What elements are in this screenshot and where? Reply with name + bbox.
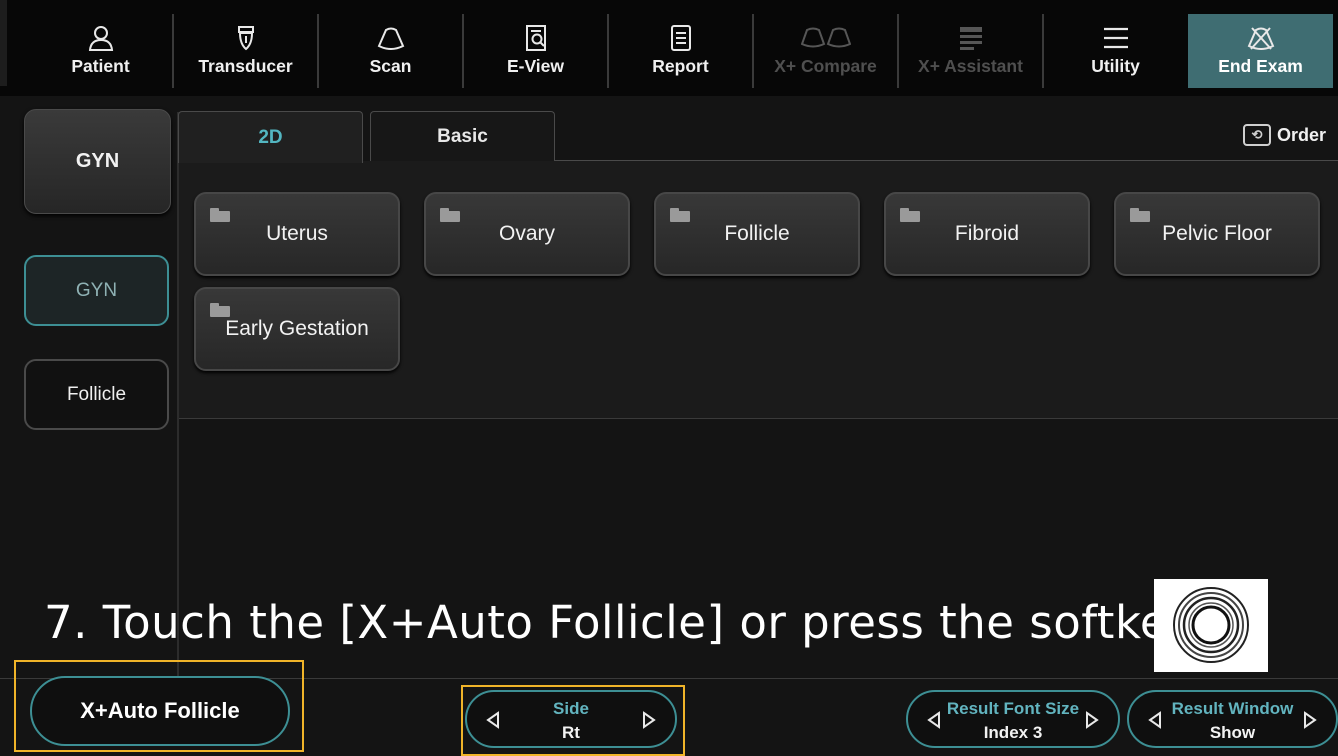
tab-baseline bbox=[555, 160, 1338, 161]
folder-follicle-button[interactable]: Follicle bbox=[654, 192, 860, 276]
softkey-knob-icon bbox=[1173, 587, 1249, 663]
toolbar-utility-label: Utility bbox=[1091, 56, 1140, 76]
toolbar-scan-button[interactable]: Scan bbox=[318, 14, 463, 88]
toolbar-transducer-button[interactable]: Transducer bbox=[173, 14, 318, 88]
toolbar-edge bbox=[0, 0, 7, 86]
toolbar-eview-label: E-View bbox=[506, 56, 565, 76]
document-search-icon bbox=[525, 25, 546, 51]
menu-icon bbox=[1103, 27, 1128, 49]
side-softkey[interactable]: Side Rt bbox=[465, 690, 677, 748]
folder-label: Pelvic Floor bbox=[1162, 222, 1272, 245]
compare-icon bbox=[800, 27, 851, 48]
folder-fibroid-button[interactable]: Fibroid bbox=[884, 192, 1090, 276]
folder-icon bbox=[210, 303, 230, 317]
folder-uterus-button[interactable]: Uterus bbox=[194, 192, 400, 276]
toolbar-xplus-compare-button[interactable]: X+ Compare bbox=[753, 14, 898, 88]
folder-icon bbox=[1130, 208, 1150, 222]
toolbar-utility-button[interactable]: Utility bbox=[1043, 14, 1188, 88]
tab-basic[interactable]: Basic bbox=[370, 111, 555, 161]
preset-gyn-button[interactable]: GYN bbox=[24, 255, 169, 326]
toolbar-xplus-compare-label: X+ Compare bbox=[774, 56, 877, 76]
folder-label: Fibroid bbox=[954, 222, 1020, 245]
toolbar-scan-label: Scan bbox=[369, 56, 412, 76]
toolbar-end-exam-label: End Exam bbox=[1218, 56, 1303, 76]
toolbar-end-exam-button[interactable]: End Exam bbox=[1188, 14, 1333, 88]
tab-2d[interactable]: 2D bbox=[178, 111, 363, 163]
person-icon bbox=[88, 26, 113, 51]
result-window-softkey[interactable]: Result Window Show bbox=[1127, 690, 1338, 748]
chevron-right-icon[interactable] bbox=[641, 711, 657, 729]
toolbar-xplus-assistant-button[interactable]: X+ Assistant bbox=[898, 14, 1043, 88]
preset-category-gyn-button[interactable]: GYN bbox=[24, 109, 171, 214]
toolbar-patient-label: Patient bbox=[71, 56, 130, 76]
toolbar-patient-button[interactable]: Patient bbox=[28, 14, 173, 88]
folder-early-gestation-button[interactable]: Early Gestation bbox=[194, 287, 400, 371]
panel-divider bbox=[179, 418, 1338, 419]
folder-icon bbox=[900, 208, 920, 222]
chevron-right-icon[interactable] bbox=[1302, 711, 1318, 729]
toolbar-transducer-label: Transducer bbox=[198, 56, 293, 76]
folder-pelvic-floor-button[interactable]: Pelvic Floor bbox=[1114, 192, 1320, 276]
end-exam-icon bbox=[1247, 27, 1274, 50]
folder-icon bbox=[210, 208, 230, 222]
top-toolbar: Patient Transducer Scan E-View Report X+… bbox=[0, 0, 1338, 96]
folder-label: Early Gestation bbox=[225, 317, 369, 340]
folder-icon bbox=[670, 208, 690, 222]
softkey-knob-image bbox=[1154, 579, 1268, 672]
folder-icon bbox=[440, 208, 460, 222]
order-button[interactable]: ⟲ Order bbox=[1243, 122, 1326, 148]
chevron-right-icon[interactable] bbox=[1084, 711, 1100, 729]
toolbar-report-label: Report bbox=[652, 56, 709, 76]
toolbar-eview-button[interactable]: E-View bbox=[463, 14, 608, 88]
folder-label: Uterus bbox=[266, 222, 328, 245]
folder-label: Follicle bbox=[724, 222, 790, 245]
scan-sector-icon bbox=[377, 27, 404, 50]
toolbar-report-button[interactable]: Report bbox=[608, 14, 753, 88]
transducer-icon bbox=[237, 26, 254, 51]
order-label: Order bbox=[1277, 124, 1327, 145]
result-font-size-softkey[interactable]: Result Font Size Index 3 bbox=[906, 690, 1120, 748]
toolbar-xplus-assistant-label: X+ Assistant bbox=[918, 56, 1023, 76]
folder-label: Ovary bbox=[498, 222, 555, 245]
reorder-icon: ⟲ bbox=[1243, 124, 1271, 146]
report-icon bbox=[670, 25, 691, 51]
assistant-icon bbox=[959, 27, 982, 50]
folder-ovary-button[interactable]: Ovary bbox=[424, 192, 630, 276]
x-auto-follicle-button[interactable]: X+Auto Follicle bbox=[30, 676, 290, 746]
instruction-text: 7. Touch the [X+Auto Follicle] or press … bbox=[44, 596, 1196, 649]
preset-follicle-button[interactable]: Follicle bbox=[24, 359, 169, 430]
